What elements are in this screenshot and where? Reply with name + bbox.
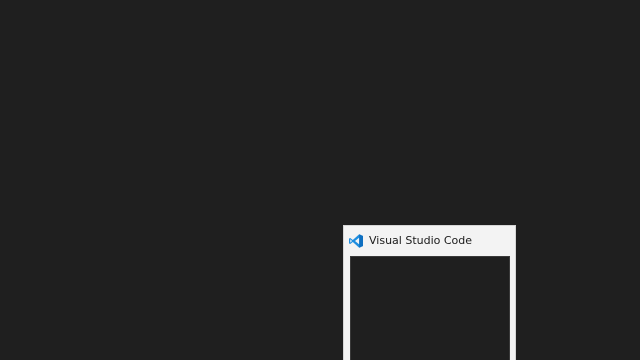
- vscode-icon: [348, 233, 364, 249]
- taskbar-thumbnail-preview[interactable]: Visual Studio Code: [343, 225, 516, 360]
- thumbnail-app-title: Visual Studio Code: [369, 234, 473, 247]
- desktop-background: Visual Studio Code: [0, 0, 640, 360]
- thumbnail-window-preview[interactable]: [350, 256, 510, 360]
- thumbnail-titlebar: Visual Studio Code: [344, 226, 515, 256]
